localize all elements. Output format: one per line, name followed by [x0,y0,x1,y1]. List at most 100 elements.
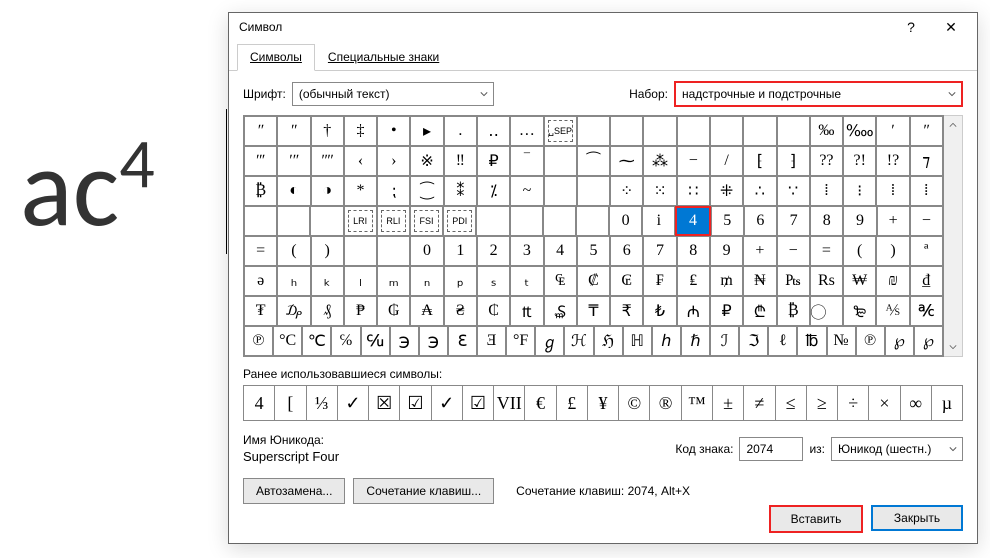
grid-scrollbar[interactable] [944,115,963,357]
symbol-cell[interactable]: ⁏ [377,176,410,206]
symbol-cell[interactable]: ⁆ [777,146,810,176]
symbol-cell[interactable]: ⁀ [577,146,610,176]
symbol-cell[interactable] [544,146,577,176]
symbol-cell[interactable]: ( [277,236,310,266]
font-combo[interactable]: (обычный текст) [292,82,494,106]
symbol-cell[interactable]: ₺ [643,296,676,326]
symbol-cell[interactable]: ⁝ [843,176,876,206]
symbol-cell[interactable] [377,236,410,266]
symbol-cell[interactable]: ₹ [610,296,643,326]
symbol-cell[interactable]: … [510,116,543,146]
symbol-cell[interactable]: › [377,146,410,176]
recent-symbol-cell[interactable]: ☑ [400,386,431,420]
symbol-cell[interactable]: ℈ [419,326,448,356]
symbol-cell[interactable]: ₘ [377,266,410,296]
code-field[interactable]: 2074 [739,437,803,461]
symbol-cell[interactable]: ₯ [277,296,310,326]
symbol-cell[interactable]: ₮ [244,296,277,326]
symbol-cell[interactable] [277,206,310,236]
autocorrect-button[interactable]: Автозамена... [243,478,345,504]
symbol-cell[interactable]: ) [876,236,909,266]
symbol-cell[interactable]: − [910,206,943,236]
recent-symbol-cell[interactable]: 4 [244,386,275,420]
symbol-cell[interactable] [577,176,610,206]
symbol-cell[interactable]: ∵ [777,176,810,206]
symbol-cell[interactable]: ℘ [885,326,914,356]
symbol-cell[interactable]: ℗ [856,326,885,356]
recent-symbol-cell[interactable]: × [869,386,900,420]
recent-symbol-cell[interactable]: ✓ [338,386,369,420]
symbol-cell[interactable]: 5 [711,206,744,236]
symbol-cell[interactable]: ~ [510,176,543,206]
symbol-cell[interactable]: / [710,146,743,176]
symbol-cell[interactable]: ∴ [743,176,776,206]
symbol-cell[interactable]: № [827,326,856,356]
symbol-cell[interactable]: ℋ [564,326,593,356]
symbol-cell[interactable] [777,116,810,146]
symbol-cell[interactable]: ₧ [777,266,810,296]
symbol-cell[interactable]: ℎ [652,326,681,356]
symbol-cell[interactable]: ℓ [768,326,797,356]
symbol-cell[interactable] [510,206,543,236]
close-button[interactable]: Закрыть [871,505,963,531]
symbol-cell[interactable]: ⁐ [410,176,443,206]
scroll-down-icon[interactable] [944,338,962,356]
symbol-cell[interactable]: ℈ [390,326,419,356]
symbol-cell[interactable]: ₾ [743,296,776,326]
symbol-cell[interactable]: °C [273,326,302,356]
symbol-cell[interactable]: ə [244,266,277,296]
symbol-cell[interactable]: ₤ [677,266,710,296]
symbol-cell[interactable]: ₜ [510,266,543,296]
symbol-cell[interactable]: FSI [410,206,443,236]
symbol-cell[interactable]: ₷ [544,296,577,326]
symbol-cell[interactable]: ₵ [477,296,510,326]
symbol-cell[interactable] [244,206,277,236]
tab-symbols[interactable]: Символы [237,44,315,71]
symbol-cell[interactable]: ʹ [876,116,909,146]
symbol-cell[interactable]: ?! [843,146,876,176]
symbol-cell[interactable] [577,116,610,146]
symbol-cell[interactable]: 7 [777,206,810,236]
help-button[interactable]: ? [891,13,931,41]
symbol-cell[interactable]: ₪ [876,266,909,296]
symbol-cell[interactable] [310,206,343,236]
recent-symbol-cell[interactable]: ™ [682,386,713,420]
symbol-cell[interactable]: 6 [744,206,777,236]
symbol-cell[interactable]: ) [311,236,344,266]
recent-symbol-cell[interactable]: ± [713,386,744,420]
symbol-cell[interactable]: 7 [643,236,676,266]
symbol-cell[interactable]: !? [876,146,909,176]
symbol-cell[interactable]: ◐ [277,176,310,206]
symbol-cell[interactable]: ℍ [623,326,652,356]
symbol-cell[interactable]: 6 [610,236,643,266]
insert-button[interactable]: Вставить [769,505,863,533]
symbol-cell[interactable]: 8 [810,206,843,236]
symbol-cell[interactable]: ⁓ [610,146,643,176]
symbol-cell[interactable]: ⁞ [910,176,943,206]
symbol-cell[interactable]: ₶ [510,296,543,326]
symbol-cell[interactable]: 8 [677,236,710,266]
symbol-cell[interactable]: ‥ [477,116,510,146]
symbol-cell[interactable]: ₽ [710,296,743,326]
symbol-cell[interactable]: . [444,116,477,146]
recent-symbol-cell[interactable]: ⅓ [307,386,338,420]
symbol-cell[interactable]: ₰ [311,296,344,326]
symbol-cell[interactable] [543,206,576,236]
symbol-cell[interactable]: ℇ [448,326,477,356]
symbol-cell[interactable] [677,116,710,146]
recent-symbol-cell[interactable]: ☑ [463,386,494,420]
symbol-cell[interactable] [743,116,776,146]
recent-symbol-cell[interactable]: ≤ [776,386,807,420]
symbol-cell[interactable] [610,116,643,146]
symbol-cell[interactable]: ₽ [477,146,510,176]
symbol-cell[interactable]: ʺʹ [244,146,277,176]
symbol-cell[interactable]: RLI [377,206,410,236]
symbol-cell[interactable] [710,116,743,146]
symbol-cell[interactable]: ⁞ [810,176,843,206]
symbol-cell[interactable]: ℗ [244,326,273,356]
symbol-cell[interactable]: 2 [477,236,510,266]
symbol-cell[interactable]: ⁅ [743,146,776,176]
symbol-cell[interactable]: ‾ [510,146,543,176]
recent-symbol-cell[interactable]: ÷ [838,386,869,420]
symbol-cell[interactable]: ₫ [910,266,943,296]
